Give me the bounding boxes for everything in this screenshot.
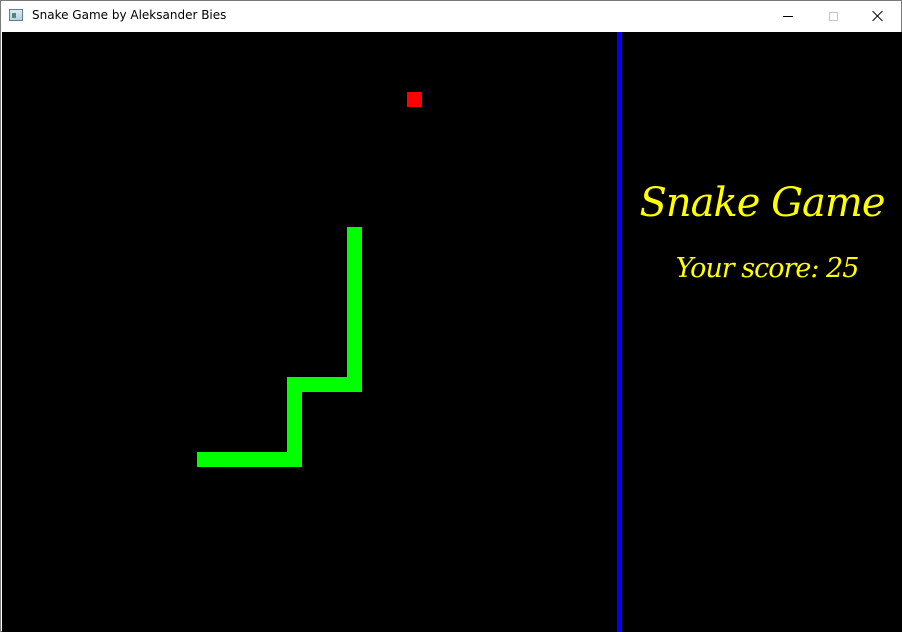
snake-segment	[347, 227, 362, 392]
maximize-button[interactable]	[810, 1, 856, 31]
close-icon	[872, 10, 884, 22]
app-window: Snake Game by Aleksander Bies Snake Game…	[0, 0, 902, 632]
score-display: Your score: 25	[622, 253, 902, 284]
food-item	[407, 92, 422, 107]
game-canvas[interactable]: Snake Game Your score: 25	[2, 32, 902, 632]
minimize-icon	[783, 15, 793, 17]
window-title: Snake Game by Aleksander Bies	[32, 8, 227, 22]
snake-segment	[197, 452, 302, 467]
score-value: 25	[826, 253, 859, 284]
minimize-button[interactable]	[765, 1, 811, 31]
maximize-icon	[828, 11, 838, 21]
score-label: Your score:	[675, 253, 820, 284]
app-icon	[9, 9, 23, 21]
game-title: Snake Game	[639, 180, 885, 226]
close-button[interactable]	[855, 1, 901, 31]
title-bar[interactable]: Snake Game by Aleksander Bies	[1, 1, 901, 31]
board-divider	[617, 32, 622, 632]
